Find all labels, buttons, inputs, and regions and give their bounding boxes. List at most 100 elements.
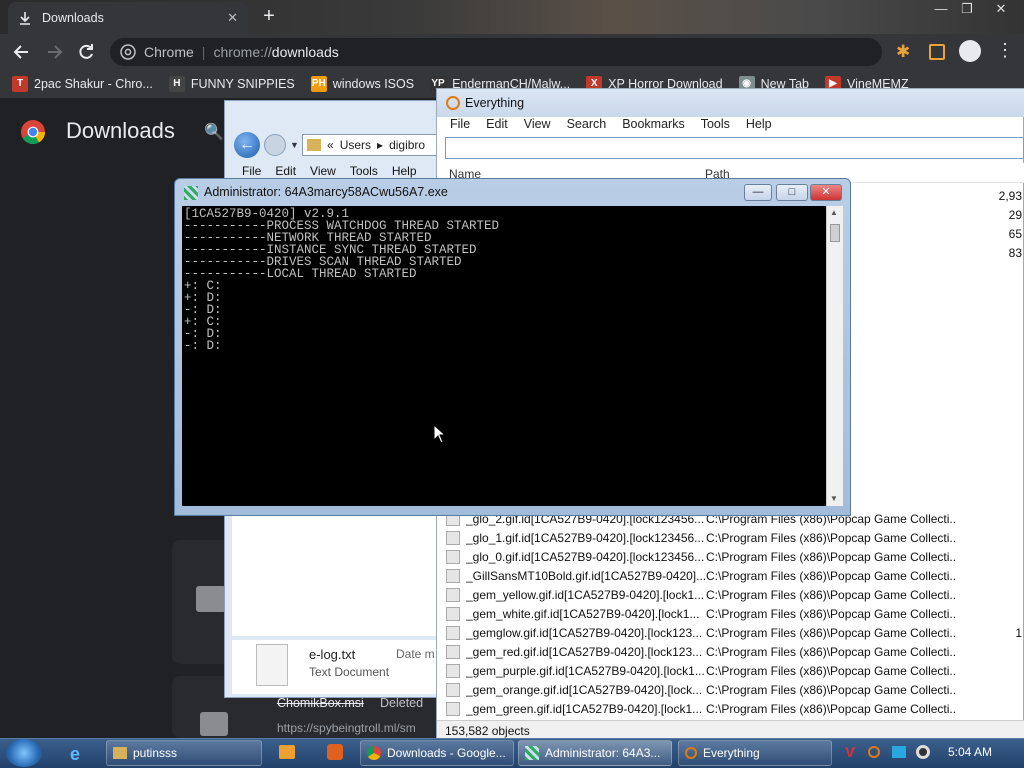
url-scheme: chrome:// [213, 44, 272, 60]
bookmark-item[interactable]: T 2pac Shakur - Chro... [12, 76, 153, 92]
tray-display-icon[interactable] [892, 746, 906, 758]
breadcrumb-users[interactable]: Users [340, 138, 371, 152]
download-url[interactable]: https://spybeingtroll.ml/sm [277, 721, 416, 735]
explorer-address-bar[interactable]: « Users ▸ digibro [302, 134, 442, 156]
console-minimize-button[interactable]: — [744, 184, 772, 201]
chrome-icon [120, 44, 136, 60]
result-name: _glo_1.gif.id[1CA527B9-0420].[lock123456… [466, 530, 705, 545]
result-path: C:\Program Files (x86)\Popcap Game Colle… [706, 606, 956, 621]
everything-title: Everything [465, 96, 525, 110]
result-row[interactable]: _gem_purple.gif.id[1CA527B9-0420].[lock1… [446, 661, 1024, 680]
bookmark-label: 2pac Shakur - Chro... [34, 77, 153, 91]
tab-close-icon[interactable]: ✕ [227, 10, 238, 26]
ev-menu-file[interactable]: File [450, 117, 470, 135]
result-row[interactable]: _gem_orange.gif.id[1CA527B9-0420].[lock.… [446, 680, 1024, 699]
ev-menu-help[interactable]: Help [746, 117, 772, 135]
media-player-icon[interactable] [279, 745, 295, 759]
console-line: -: D: [184, 339, 222, 353]
file-icon [446, 587, 460, 602]
file-icon [446, 682, 460, 697]
bookmark-item[interactable]: PH windows ISOS [310, 76, 415, 92]
result-path: C:\Program Files (x86)\Popcap Game Colle… [706, 587, 956, 602]
scroll-thumb[interactable] [830, 224, 840, 242]
forward-arrow-icon[interactable] [264, 134, 286, 156]
ev-menu-tools[interactable]: Tools [701, 117, 730, 135]
search-icon[interactable]: 🔍 [204, 122, 224, 142]
folder-icon [307, 139, 321, 151]
text-file-icon [256, 644, 288, 686]
result-path: C:\Program Files (x86)\Popcap Game Colle… [706, 663, 956, 678]
close-button[interactable]: ✕ [986, 0, 1016, 18]
taskbar-item-everything[interactable]: Everything [678, 740, 832, 766]
start-button[interactable] [6, 739, 42, 767]
result-name: _gemglow.gif.id[1CA527B9-0420].[lock123.… [466, 625, 703, 640]
console-line: +: D: [184, 291, 222, 305]
site-chip-label: Chrome [144, 44, 194, 60]
app-icon[interactable] [327, 744, 343, 760]
folder-icon [113, 747, 127, 759]
extensions-icon[interactable]: ✱ [896, 42, 910, 62]
explorer-file-list [232, 516, 442, 636]
address-bar[interactable]: Chrome | chrome://downloads [110, 38, 882, 66]
ev-menu-bookmarks[interactable]: Bookmarks [622, 117, 685, 135]
console-output[interactable]: [1CA527B9-0420] v2.9.1 -----------PROCESS… [182, 206, 826, 506]
bookmark-label: windows ISOS [332, 77, 415, 91]
magnifier-icon [446, 96, 460, 110]
result-path: C:\Program Files (x86)\Popcap Game Colle… [706, 530, 956, 545]
ev-menu-search[interactable]: Search [567, 117, 607, 135]
taskbar-clock[interactable]: 5:04 AM [948, 745, 992, 759]
everything-search-input[interactable] [445, 137, 1024, 159]
file-icon [446, 701, 460, 716]
console-line: -----------LOCAL THREAD STARTED [184, 267, 417, 281]
everything-menu: File Edit View Search Bookmarks Tools He… [450, 117, 1010, 135]
result-path: C:\Program Files (x86)\Popcap Game Colle… [706, 625, 956, 640]
download-item-name[interactable]: ChomikBox.msi [277, 696, 364, 710]
back-icon[interactable] [12, 42, 32, 62]
back-arrow-icon[interactable]: ← [234, 132, 260, 158]
result-name: _gem_orange.gif.id[1CA527B9-0420].[lock.… [466, 682, 703, 697]
result-name: _gem_red.gif.id[1CA527B9-0420].[lock123.… [466, 644, 703, 659]
result-row[interactable]: _gem_green.gif.id[1CA527B9-0420].[lock1.… [446, 699, 1024, 718]
result-row[interactable]: _gem_red.gif.id[1CA527B9-0420].[lock123.… [446, 642, 1024, 661]
ie-icon[interactable]: e [70, 744, 80, 765]
console-line: +: C: [184, 315, 222, 329]
console-line: +: C: [184, 279, 222, 293]
side-panel-icon[interactable] [929, 44, 945, 60]
download-status: Deleted [380, 696, 424, 710]
file-icon [446, 549, 460, 564]
bookmark-favicon-icon: T [12, 76, 28, 92]
result-row[interactable]: _GillSansMT10Bold.gif.id[1CA527B9-0420].… [446, 566, 1024, 585]
forward-icon[interactable] [44, 42, 64, 62]
console-maximize-button[interactable]: □ [776, 184, 808, 201]
tray-record-icon[interactable] [916, 745, 930, 759]
console-scrollbar[interactable]: ▲ ▼ [826, 206, 843, 506]
result-row[interactable]: _gem_yellow.gif.id[1CA527B9-0420].[lock1… [446, 585, 1024, 604]
result-row[interactable]: _gemglow.gif.id[1CA527B9-0420].[lock123.… [446, 623, 1024, 642]
breadcrumb-user-folder[interactable]: digibro [389, 138, 425, 152]
result-row[interactable]: _gem_white.gif.id[1CA527B9-0420].[lock1.… [446, 604, 1024, 623]
bookmark-item[interactable]: H FUNNY SNIPPIES [168, 76, 295, 92]
scroll-up-icon[interactable]: ▲ [830, 208, 838, 217]
taskbar-item-putinsss[interactable]: putinsss [106, 740, 262, 766]
reload-icon[interactable] [76, 42, 96, 62]
profile-avatar-icon[interactable] [959, 40, 981, 62]
tray-antivirus-icon[interactable]: V [845, 744, 855, 761]
explorer-file-row[interactable]: e-log.txt Text Document Date m [232, 640, 442, 694]
console-close-button[interactable]: ✕ [810, 184, 842, 201]
maximize-button[interactable]: ❐ [952, 0, 982, 18]
result-row[interactable]: _glo_0.gif.id[1CA527B9-0420].[lock123456… [446, 547, 1024, 566]
tray-everything-icon[interactable] [868, 746, 880, 758]
menu-icon[interactable]: ⋮ [996, 40, 1014, 61]
result-path: C:\Program Files (x86)\Popcap Game Colle… [706, 701, 956, 716]
tab-downloads[interactable]: Downloads ✕ [8, 2, 248, 34]
new-tab-button[interactable]: + [256, 6, 282, 28]
taskbar-item-console[interactable]: Administrator: 64A3... [518, 740, 672, 766]
taskbar-item-chrome[interactable]: Downloads - Google... [360, 740, 514, 766]
scroll-down-icon[interactable]: ▼ [830, 494, 838, 503]
file-icon [446, 625, 460, 640]
ev-menu-edit[interactable]: Edit [486, 117, 508, 135]
history-chevron-icon[interactable]: ▼ [290, 140, 299, 150]
ev-menu-view[interactable]: View [524, 117, 551, 135]
result-path: C:\Program Files (x86)\Popcap Game Colle… [706, 549, 956, 564]
result-row[interactable]: _glo_1.gif.id[1CA527B9-0420].[lock123456… [446, 528, 1024, 547]
